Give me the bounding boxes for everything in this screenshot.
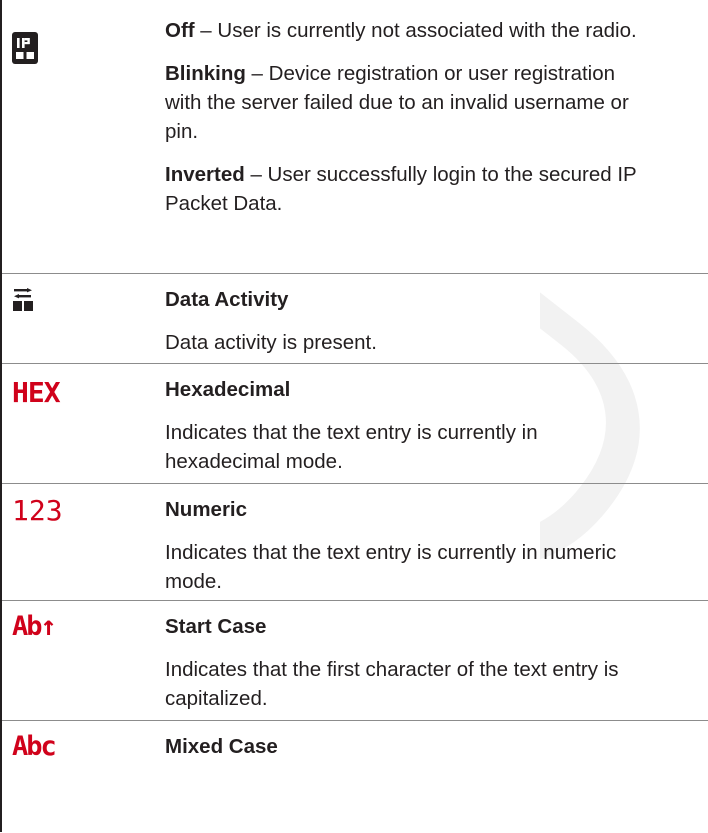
row-title: Mixed Case bbox=[165, 735, 278, 758]
row-description: Data activity is present. bbox=[165, 331, 377, 354]
state-blinking: Blinking – Device registration or user r… bbox=[165, 62, 629, 143]
table-row-hexadecimal: HEX Hexadecimal Indicates that the text … bbox=[2, 363, 708, 484]
row-description: Indicates that the first character of th… bbox=[165, 658, 619, 710]
hex-mode-icon: HEX bbox=[12, 376, 61, 409]
mixed-case-description: Mixed Case bbox=[165, 732, 685, 761]
table-row-start-case: Ab↑ Start Case Indicates that the first … bbox=[2, 600, 708, 721]
row-title: Data Activity bbox=[165, 288, 289, 311]
table-row-ip-status: Off – User is currently not associated w… bbox=[2, 0, 708, 273]
table-row-numeric: 123 Numeric Indicates that the text entr… bbox=[2, 483, 708, 601]
hexadecimal-description: Hexadecimal Indicates that the text entr… bbox=[165, 375, 685, 476]
row-description: Indicates that the text entry is current… bbox=[165, 541, 617, 593]
row-description: Indicates that the text entry is current… bbox=[165, 421, 538, 473]
start-case-description: Start Case Indicates that the first char… bbox=[165, 612, 685, 713]
data-activity-description: Data Activity Data activity is present. bbox=[165, 285, 685, 357]
row-title: Hexadecimal bbox=[165, 378, 291, 401]
start-case-icon: Ab↑ bbox=[12, 611, 57, 642]
state-inverted: Inverted – User successfully login to th… bbox=[165, 163, 637, 215]
mixed-case-icon: Abc bbox=[12, 731, 57, 762]
ip-status-description: Off – User is currently not associated w… bbox=[165, 16, 685, 218]
ip-secured-icon bbox=[12, 32, 38, 69]
table-row-mixed-case: Abc Mixed Case bbox=[2, 720, 708, 833]
state-off: Off – User is currently not associated w… bbox=[165, 19, 637, 42]
table-row-data-activity: Data Activity Data activity is present. bbox=[2, 273, 708, 364]
row-title: Start Case bbox=[165, 615, 267, 638]
data-activity-icon bbox=[12, 288, 34, 317]
row-title: Numeric bbox=[165, 498, 248, 521]
numeric-mode-icon: 123 bbox=[12, 494, 63, 527]
numeric-description: Numeric Indicates that the text entry is… bbox=[165, 495, 685, 596]
